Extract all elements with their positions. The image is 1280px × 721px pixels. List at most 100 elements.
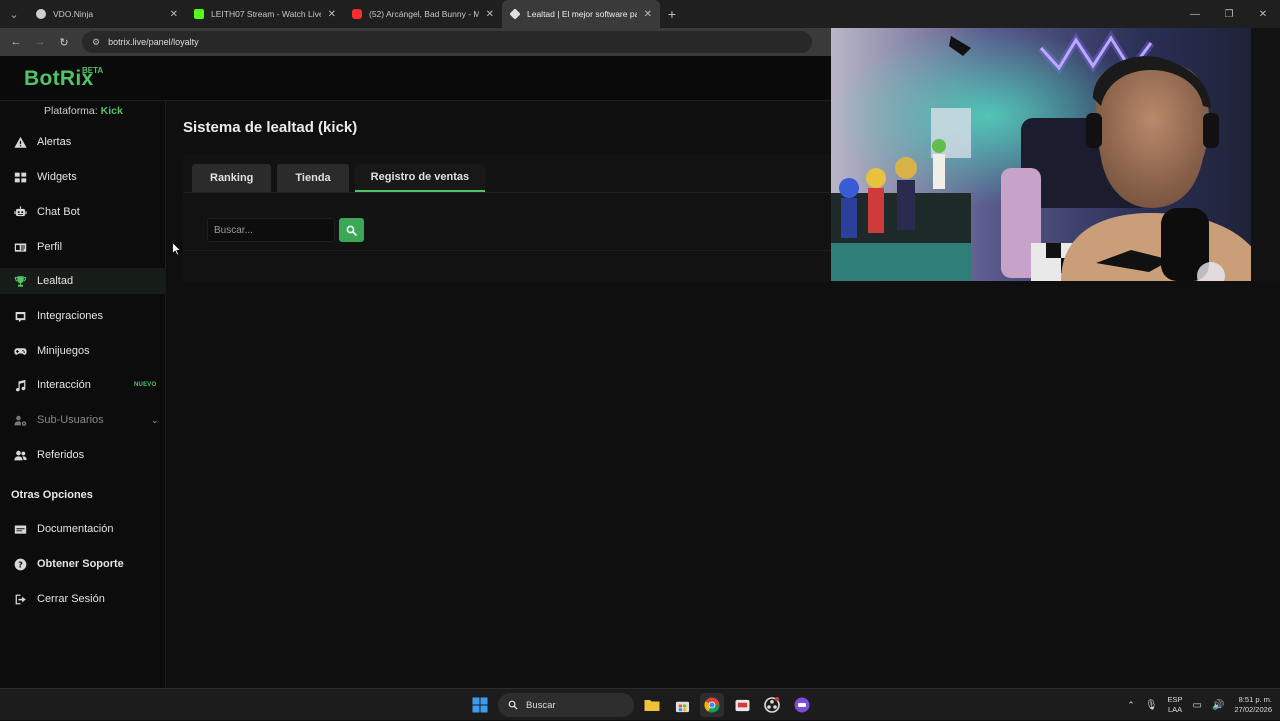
- browser-tab-lealtad[interactable]: Lealtad | El mejor software pa ✕: [502, 0, 660, 28]
- robot-icon: [14, 205, 27, 219]
- window-controls: — ❐ ✕: [1178, 0, 1280, 28]
- sidebar-item-label: Widgets: [37, 171, 77, 183]
- clock-time: 8:51 p. m.: [1238, 695, 1272, 704]
- sidebar-item-sub-usuarios[interactable]: Sub-Usuarios ⌄: [0, 407, 166, 433]
- browser-tab-youtube[interactable]: (52) Arcángel, Bad Bunny - Me ✕: [344, 0, 502, 28]
- back-icon[interactable]: ←: [6, 32, 26, 52]
- taskbar-search[interactable]: Buscar: [498, 693, 634, 717]
- sidebar-item-label: Cerrar Sesión: [37, 593, 105, 605]
- botrix-favicon-icon: [509, 8, 521, 20]
- beta-badge: BETA: [82, 66, 104, 75]
- platform-value: Kick: [100, 105, 123, 117]
- reload-icon[interactable]: ↻: [54, 32, 74, 52]
- chrome-icon[interactable]: [700, 693, 724, 717]
- sidebar-item-perfil[interactable]: Perfil: [0, 234, 166, 260]
- search-button[interactable]: [339, 218, 364, 242]
- network-icon[interactable]: ▭: [1193, 700, 1202, 711]
- new-badge: NUEVO: [134, 382, 157, 388]
- minimize-icon[interactable]: —: [1178, 0, 1212, 28]
- sidebar-item-label: Interacción: [37, 379, 91, 391]
- sidebar-item-label: Obtener Soporte: [37, 558, 124, 570]
- clock[interactable]: 8:51 p. m. 27/02/2026: [1234, 695, 1272, 715]
- close-window-icon[interactable]: ✕: [1246, 0, 1280, 28]
- sidebar-item-label: Chat Bot: [37, 206, 80, 218]
- card-divider: [183, 250, 883, 251]
- id-card-icon: [14, 241, 27, 254]
- tab-search-menu-icon[interactable]: ⌄: [0, 0, 28, 28]
- browser-tab-vdo-ninja[interactable]: VDO.Ninja ✕: [28, 0, 186, 28]
- tab-ranking[interactable]: Ranking: [192, 164, 272, 192]
- chevron-down-icon[interactable]: ⌄: [151, 415, 159, 426]
- plug-icon: [14, 310, 27, 323]
- sidebar-item-label: Integraciones: [37, 310, 104, 322]
- logout-icon: [14, 593, 27, 606]
- search-icon: [346, 225, 357, 236]
- loyalty-tabs: Ranking Tienda Registro de ventas: [192, 164, 486, 192]
- sidebar-item-integraciones[interactable]: Integraciones: [0, 303, 166, 329]
- mouse-cursor-icon: [172, 242, 182, 256]
- sidebar-item-lealtad[interactable]: Lealtad: [0, 268, 166, 294]
- streaming-app-icon[interactable]: [790, 693, 814, 717]
- tab-title: VDO.Ninja: [53, 9, 94, 19]
- tab-registro-de-ventas[interactable]: Registro de ventas: [354, 164, 486, 192]
- browser-tab-kick-stream[interactable]: LEITH07 Stream - Watch Live o ✕: [186, 0, 344, 28]
- tabs-divider: [183, 192, 883, 193]
- sidebar-item-referidos[interactable]: Referidos: [0, 442, 166, 468]
- users-icon: [14, 449, 27, 462]
- sidebar-item-label: Alertas: [37, 136, 72, 148]
- sidebar-item-label: Sub-Usuarios: [37, 414, 104, 426]
- search-icon: [508, 700, 518, 710]
- file-explorer-icon[interactable]: [640, 693, 664, 717]
- page-title: Sistema de lealtad (kick): [183, 119, 358, 136]
- chevron-up-icon[interactable]: ⌃: [1127, 700, 1135, 711]
- sidebar-item-chat-bot[interactable]: Chat Bot: [0, 199, 166, 225]
- sidebar-item-cerrar-sesion[interactable]: Cerrar Sesión: [0, 586, 166, 612]
- youtube-favicon-icon: [352, 9, 362, 19]
- sidebar-item-label: Perfil: [37, 241, 63, 253]
- taskbar-search-label: Buscar: [526, 699, 556, 711]
- app-icon-red[interactable]: [730, 693, 754, 717]
- music-icon: [14, 379, 27, 392]
- url-field[interactable]: ⚙ botrix.live/panel/loyalty: [82, 31, 812, 53]
- webcam-overlay: [831, 28, 1280, 281]
- windows-start-icon[interactable]: [468, 693, 492, 717]
- help-icon: ?: [14, 558, 27, 571]
- platform-label: Plataforma:: [44, 105, 98, 117]
- tab-tienda[interactable]: Tienda: [277, 164, 349, 192]
- sidebar-item-interaccion[interactable]: Interacción NUEVO: [0, 372, 166, 398]
- sidebar-item-alertas[interactable]: Alertas: [0, 129, 166, 155]
- search-input[interactable]: [207, 218, 335, 242]
- microphone-icon[interactable]: 🎙: [1145, 700, 1158, 711]
- language-indicator[interactable]: ESP LAA: [1168, 695, 1183, 715]
- sidebar-item-documentacion[interactable]: Documentación: [0, 516, 166, 542]
- grid-icon: [14, 171, 27, 184]
- loyalty-card: Ranking Tienda Registro de ventas: [183, 154, 883, 282]
- sidebar-item-label: Minijuegos: [37, 345, 90, 357]
- platform-indicator: Plataforma: Kick: [44, 105, 123, 117]
- sidebar: Plataforma: Kick Alertas Widgets Chat Bo…: [0, 101, 166, 688]
- kick-favicon-icon: [194, 9, 204, 19]
- sidebar-item-obtener-soporte[interactable]: ? Obtener Soporte: [0, 551, 166, 577]
- new-tab-icon[interactable]: +: [660, 6, 684, 22]
- close-tab-icon[interactable]: ✕: [644, 9, 652, 20]
- browser-tab-bar: ⌄ VDO.Ninja ✕ LEITH07 Stream - Watch Liv…: [0, 0, 1280, 28]
- tab-title: (52) Arcángel, Bad Bunny - Me: [369, 9, 479, 19]
- maximize-icon[interactable]: ❐: [1212, 0, 1246, 28]
- sidebar-item-minijuegos[interactable]: Minijuegos: [0, 338, 166, 364]
- site-info-icon[interactable]: ⚙: [92, 37, 100, 48]
- vdo-ninja-favicon-icon: [36, 9, 46, 19]
- warning-icon: [14, 136, 27, 149]
- sidebar-item-widgets[interactable]: Widgets: [0, 164, 166, 190]
- windows-taskbar: Buscar ⌃ 🎙 ESP LAA ▭ 🔊 8:51 p. m. 27/02/…: [0, 688, 1280, 720]
- taskbar-apps: Buscar: [468, 693, 814, 717]
- document-icon: [14, 523, 27, 536]
- close-tab-icon[interactable]: ✕: [170, 9, 178, 20]
- close-tab-icon[interactable]: ✕: [328, 9, 336, 20]
- close-tab-icon[interactable]: ✕: [486, 9, 494, 20]
- store-icon[interactable]: [670, 693, 694, 717]
- trophy-icon: [14, 275, 27, 288]
- language-bottom: LAA: [1167, 705, 1183, 714]
- forward-icon[interactable]: →: [30, 32, 50, 52]
- volume-icon[interactable]: 🔊: [1212, 700, 1224, 711]
- obs-icon[interactable]: [760, 693, 784, 717]
